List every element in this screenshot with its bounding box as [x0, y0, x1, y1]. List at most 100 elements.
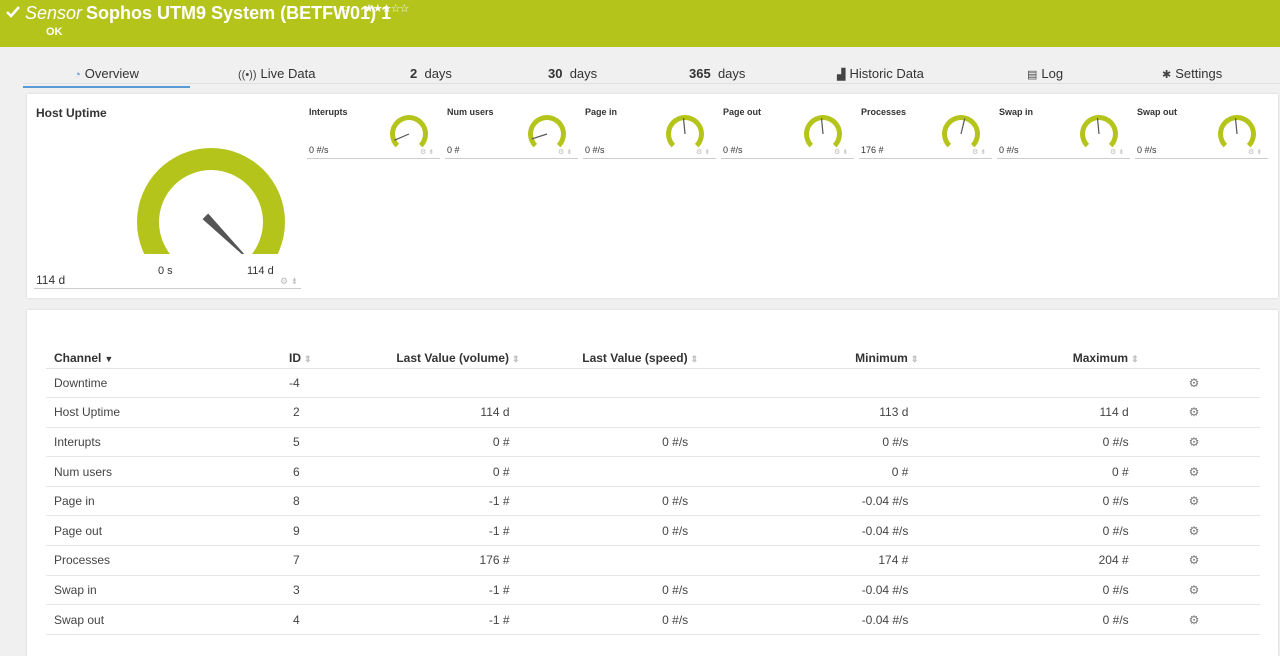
tab-num: 365 [689, 66, 711, 81]
cell-minimum: -0.04 #/s [698, 486, 919, 517]
table-row[interactable]: Processes 7 176 # 174 # 204 # ⚙ [46, 545, 1260, 576]
cell-last-speed: 0 #/s [519, 575, 699, 606]
table-row[interactable]: Host Uptime 2 114 d 113 d 114 d ⚙ [46, 397, 1260, 428]
table-row[interactable]: Page in 8 -1 # 0 #/s -0.04 #/s 0 #/s ⚙ [46, 486, 1260, 517]
col-maximum[interactable]: Maximum ⇕ [918, 344, 1139, 369]
gears-icon[interactable]: ⚙ [1189, 583, 1200, 597]
cell-channel[interactable]: Interupts [46, 427, 290, 458]
tab-overview[interactable]: ◔ Overview [23, 66, 190, 88]
col-actions [1138, 344, 1260, 369]
gauge-page-in: Page in 0 #/s ⚙ ⇟ [583, 94, 716, 160]
cell-actions: ⚙ [1138, 368, 1260, 399]
table-row[interactable]: Swap in 3 -1 # 0 #/s -0.04 #/s 0 #/s ⚙ [46, 575, 1260, 606]
gears-icon[interactable]: ⚙ [1189, 553, 1200, 567]
cell-channel[interactable]: Page out [46, 515, 290, 547]
gauge-tools[interactable]: ⚙ ⇟ [834, 148, 848, 156]
gauge-tools[interactable]: ⚙ ⇟ [280, 276, 298, 287]
cell-id: 2 [289, 397, 358, 428]
cell-last-speed [519, 368, 699, 399]
tab-365-days[interactable]: 365 days [689, 66, 745, 81]
cell-last-speed: 0 #/s [519, 515, 699, 547]
gauge-value: 176 # [861, 145, 884, 155]
cell-minimum: 113 d [698, 397, 919, 428]
col-id[interactable]: ID ⇕ [289, 344, 358, 369]
gauge-tools[interactable]: ⚙ ⇟ [1248, 148, 1262, 156]
table-row[interactable]: Swap out 4 -1 # 0 #/s -0.04 #/s 0 #/s ⚙ [46, 604, 1260, 635]
cell-last-volume: -1 # [357, 515, 520, 547]
tab-2-days[interactable]: 2 days [410, 66, 452, 81]
tab-historic-data[interactable]: ▟ Historic Data [837, 66, 924, 81]
divider [997, 158, 1130, 159]
gears-icon[interactable]: ⚙ [1189, 405, 1200, 419]
tab-log[interactable]: ▤ Log [1027, 66, 1063, 81]
col-minimum[interactable]: Minimum ⇕ [698, 344, 919, 369]
col-label: Last Value (volume) [396, 350, 510, 365]
host-uptime-title: Host Uptime [36, 106, 107, 120]
gauge-needle [531, 133, 548, 140]
flag-icon[interactable]: ⚐ [341, 4, 351, 17]
cell-actions: ⚙ [1138, 575, 1260, 606]
cell-channel[interactable]: Swap in [46, 575, 290, 606]
gauge-tools[interactable]: ⚙ ⇟ [972, 148, 986, 156]
cell-actions: ⚙ [1138, 604, 1260, 635]
col-label: Last Value (speed) [582, 350, 688, 365]
cell-last-volume: 0 # [357, 456, 520, 487]
cell-channel[interactable]: Swap out [46, 604, 290, 635]
priority-stars[interactable]: ★★★☆☆ [364, 2, 409, 15]
col-channel[interactable]: Channel ▼ [46, 344, 290, 369]
pin-icon[interactable]: ⇟ [291, 276, 299, 286]
cell-last-speed: 0 #/s [519, 427, 699, 458]
gauge-label: Swap out [1137, 107, 1177, 117]
divider [1135, 158, 1268, 159]
gauge-label: Num users [447, 107, 494, 117]
gauge-tools[interactable]: ⚙ ⇟ [558, 148, 572, 156]
cell-maximum: 0 #/s [918, 515, 1139, 547]
tab-live-data[interactable]: ((•)) Live Data [238, 66, 315, 81]
gauge-value: 0 # [447, 145, 460, 155]
col-last-speed[interactable]: Last Value (speed) ⇕ [519, 344, 699, 369]
table-row[interactable]: Num users 6 0 # 0 # 0 # ⚙ [46, 456, 1260, 487]
cell-actions: ⚙ [1138, 397, 1260, 428]
tab-num: 2 [410, 66, 418, 81]
gears-icon[interactable]: ⚙ [1189, 494, 1200, 508]
gears-icon[interactable]: ⚙ [1189, 376, 1200, 390]
gears-icon[interactable]: ⚙ [1189, 613, 1200, 627]
cell-last-volume: 0 # [357, 427, 520, 458]
tab-settings[interactable]: ✱ Settings [1162, 66, 1222, 81]
tab-30-days[interactable]: 30 days [548, 66, 597, 81]
cell-minimum: 0 #/s [698, 427, 919, 458]
gauge-needle [1096, 118, 1100, 135]
table-row[interactable]: Downtime -4 ⚙ [46, 368, 1260, 399]
table-row[interactable]: Interupts 5 0 # 0 #/s 0 #/s 0 #/s ⚙ [46, 427, 1260, 458]
gauge-num-users: Num users 0 # ⚙ ⇟ [445, 94, 578, 160]
tab-label: Log [1041, 66, 1064, 81]
cell-channel[interactable]: Page in [46, 486, 290, 517]
gauge-value: 0 #/s [309, 145, 329, 155]
gauge-value: 0 #/s [1137, 145, 1157, 155]
gears-icon[interactable]: ⚙ [1189, 524, 1200, 538]
tab-label: days [424, 66, 452, 81]
col-last-volume[interactable]: Last Value (volume) ⇕ [357, 344, 520, 369]
table-row[interactable]: Page out 9 -1 # 0 #/s -0.04 #/s 0 #/s ⚙ [46, 515, 1260, 547]
cell-channel[interactable]: Num users [46, 456, 290, 487]
gauge-tools[interactable]: ⚙ ⇟ [1110, 148, 1124, 156]
gears-icon[interactable]: ⚙ [1189, 465, 1200, 479]
cell-last-speed: 0 #/s [519, 604, 699, 635]
cell-actions: ⚙ [1138, 486, 1260, 517]
cell-channel[interactable]: Host Uptime [46, 397, 290, 428]
gauge-tools[interactable]: ⚙ ⇟ [420, 148, 434, 156]
gauge-label: Interupts [309, 107, 348, 117]
cell-id: -4 [289, 368, 358, 399]
gauge-label: Page in [585, 107, 618, 117]
cell-channel[interactable]: Processes [46, 545, 290, 576]
sensor-header: Sensor Sophos UTM9 System (BETFW01) 1 ⚐ ★… [0, 0, 1280, 47]
gear-icon[interactable]: ⚙ [280, 276, 288, 286]
cell-channel[interactable]: Downtime [46, 368, 290, 399]
col-label: ID [289, 350, 302, 365]
tab-label: Settings [1175, 66, 1223, 81]
gauge-needle [682, 118, 686, 135]
tab-label: days [717, 66, 746, 81]
gears-icon[interactable]: ⚙ [1189, 435, 1200, 449]
gauge-tools[interactable]: ⚙ ⇟ [696, 148, 710, 156]
gauge-arc [390, 115, 428, 148]
